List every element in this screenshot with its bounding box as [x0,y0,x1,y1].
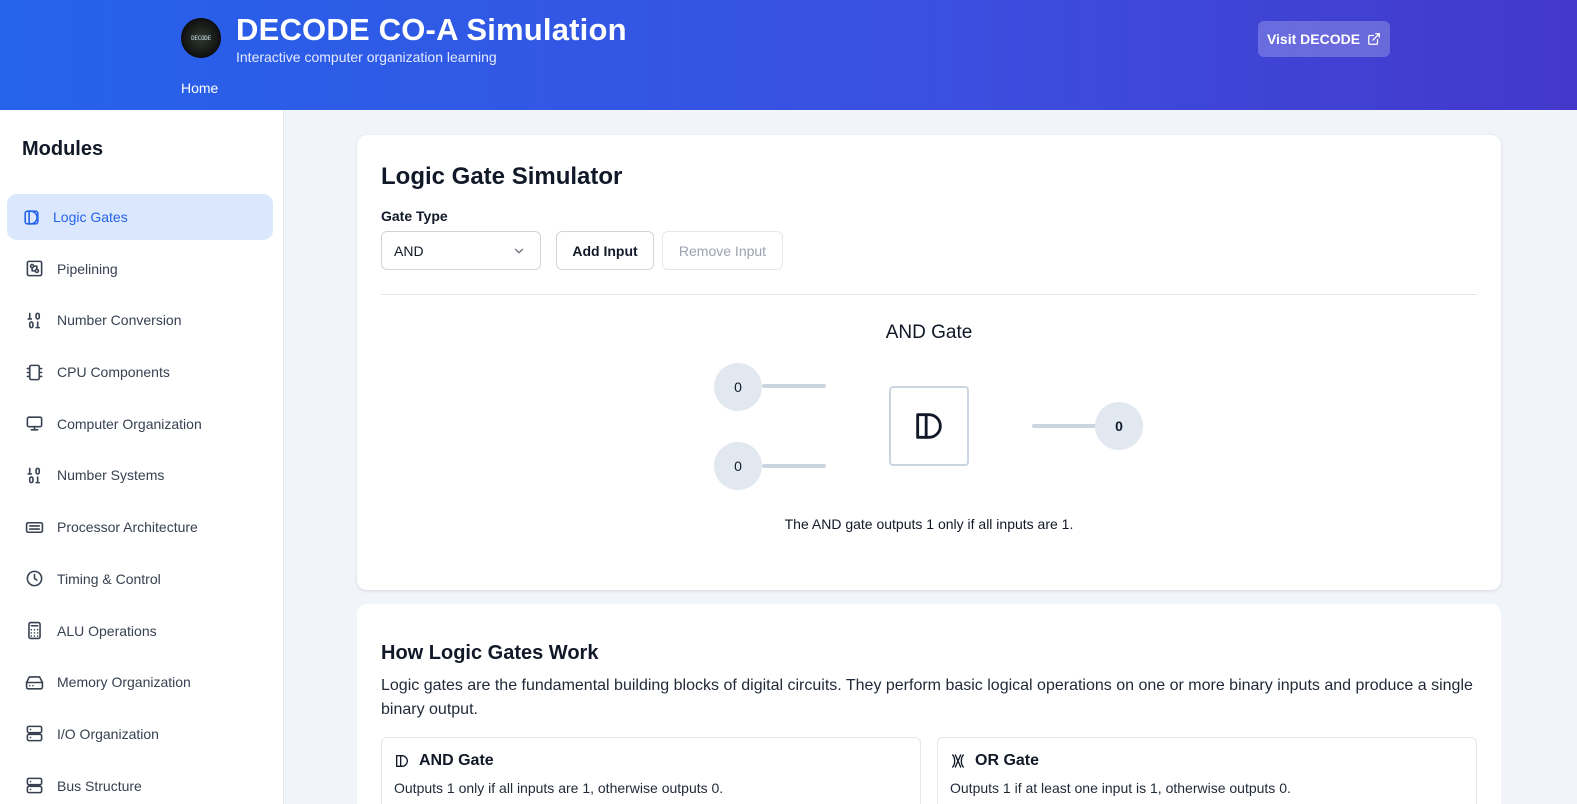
sidebar-item-computer-organization[interactable]: Computer Organization [0,401,284,447]
sidebar-item-label: Number Conversion [57,312,182,329]
visit-decode-label: Visit DECODE [1266,31,1361,47]
sidebar-item-alu-operations[interactable]: ALU Operations [0,608,284,654]
clock-icon [24,569,44,589]
output-wire [1032,424,1096,428]
and-gate-info-card: AND Gate Outputs 1 only if all inputs ar… [381,737,921,804]
output-indicator: 0 [1095,402,1143,450]
keyboard-icon [24,517,44,537]
pipeline-icon [24,259,44,279]
sidebar-item-label: I/O Organization [57,725,159,742]
sidebar-item-label: ALU Operations [57,622,157,639]
sidebar-item-number-systems[interactable]: Number Systems [0,452,284,498]
and-gate-icon [396,755,408,767]
sidebar-title: Modules [22,138,104,160]
sidebar-module-list: Logic Gates Pipelining Number Conversion… [0,194,284,804]
nav-home-link[interactable]: Home [181,80,218,96]
how-logic-gates-work-section: How Logic Gates Work Logic gates are the… [357,604,1501,804]
visit-decode-button[interactable]: Visit DECODE [1258,21,1390,57]
binary-icon [24,465,44,485]
input-wire-2 [762,464,826,468]
gate-symbol-box [889,386,969,466]
hard-drive-icon [24,672,44,692]
app-title: DECODE CO-A Simulation [236,12,627,47]
logo-text: DECODE [191,34,211,42]
sidebar-item-processor-architecture[interactable]: Processor Architecture [0,504,284,550]
gate-type-select[interactable]: AND [381,231,541,270]
gate-description: The AND gate outputs 1 only if all input… [784,516,1074,532]
and-gate-card-title: AND Gate [419,752,494,769]
sidebar-item-bus-structure[interactable]: Bus Structure [0,763,284,804]
and-gate-card-text: Outputs 1 only if all inputs are 1, othe… [394,780,724,796]
app-header: DECODE DECODE CO-A Simulation Interactiv… [0,0,1577,110]
sidebar-item-label: CPU Components [57,364,170,381]
gate-type-value: AND [394,242,424,259]
sidebar-item-label: Bus Structure [57,777,142,794]
and-gate-icon [916,413,942,439]
sidebar-item-label: Pipelining [57,260,118,277]
app-subtitle: Interactive computer organization learni… [236,49,497,65]
sidebar-item-memory-organization[interactable]: Memory Organization [0,659,284,705]
sidebar-item-label: Processor Architecture [57,519,198,536]
binary-icon [24,310,44,330]
and-gate-card-header: AND Gate [394,752,494,770]
sidebar-item-cpu-components[interactable]: CPU Components [0,349,284,395]
server-icon [24,776,44,796]
sidebar-item-label: Memory Organization [57,674,191,691]
or-gate-card-header: OR Gate [950,752,1039,770]
input-toggle-2[interactable]: 0 [714,442,762,490]
server-icon [24,724,44,744]
sidebar-item-timing-control[interactable]: Timing & Control [0,556,284,602]
input-toggle-1[interactable]: 0 [714,363,762,411]
logic-gate-icon [21,207,41,227]
how-section-title: How Logic Gates Work [381,642,599,664]
gate-heading: AND Gate [885,322,973,343]
external-link-icon [1368,33,1380,45]
remove-input-button[interactable]: Remove Input [662,231,783,270]
sidebar-item-pipelining[interactable]: Pipelining [0,246,284,292]
calculator-icon [24,621,44,641]
simulator-title: Logic Gate Simulator [381,163,623,190]
sidebar-item-label: Number Systems [57,467,165,484]
chevron-down-icon [514,248,524,254]
or-gate-card-title: OR Gate [975,752,1040,769]
sidebar-item-number-conversion[interactable]: Number Conversion [0,297,284,343]
sidebar: Modules Logic Gates Pipelining Number Co… [0,110,284,804]
or-gate-icon [952,754,964,768]
sidebar-item-label: Logic Gates [53,209,128,225]
or-gate-card-text: Outputs 1 if at least one input is 1, ot… [950,780,1291,796]
sidebar-item-label: Timing & Control [57,570,161,587]
section-divider [381,294,1477,295]
monitor-icon [24,414,44,434]
gate-type-label: Gate Type [381,208,448,224]
sidebar-item-logic-gates[interactable]: Logic Gates [7,194,273,240]
sidebar-item-io-organization[interactable]: I/O Organization [0,711,284,757]
add-input-button[interactable]: Add Input [556,231,654,270]
input-wire-1 [762,384,826,388]
how-section-text: Logic gates are the fundamental building… [381,677,1473,718]
decode-logo[interactable]: DECODE [181,18,221,58]
or-gate-info-card: OR Gate Outputs 1 if at least one input … [937,737,1477,804]
sidebar-item-label: Computer Organization [57,415,202,432]
chip-icon [24,362,44,382]
logic-gate-simulator-card: Logic Gate Simulator Gate Type AND Add I… [357,135,1501,590]
